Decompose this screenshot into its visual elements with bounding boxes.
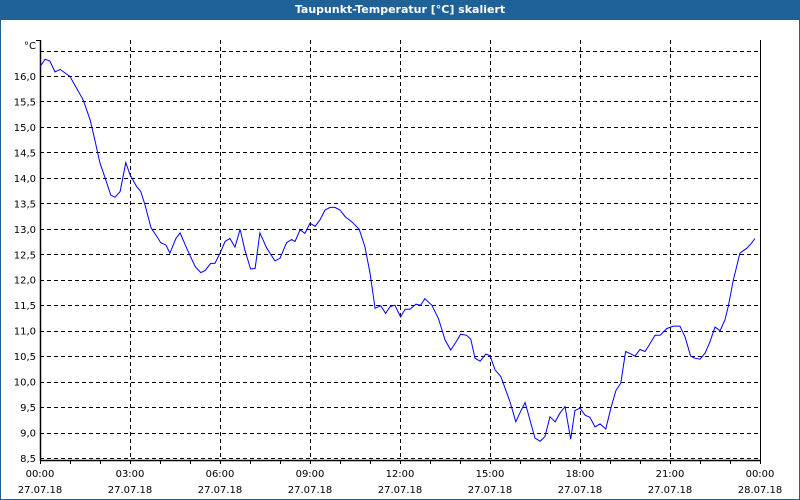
- x-tick-time-label: 21:00: [656, 469, 685, 480]
- y-tick-label: 13,0: [14, 225, 36, 236]
- x-tick-date-label: 27.07.18: [468, 485, 513, 496]
- y-tick-label: 10,5: [14, 352, 36, 363]
- x-tick-time-label: 00:00: [26, 469, 55, 480]
- y-tick-label: 13,5: [14, 199, 36, 210]
- x-tick-date-label: 27.07.18: [18, 485, 63, 496]
- x-tick-date-label: 27.07.18: [378, 485, 423, 496]
- x-tick-date-label: 27.07.18: [288, 485, 333, 496]
- x-tick-date-label: 28.07.18: [738, 485, 783, 496]
- y-tick-label: 12,5: [14, 250, 36, 261]
- x-tick-date-label: 27.07.18: [198, 485, 243, 496]
- x-tick-time-label: 00:00: [746, 469, 775, 480]
- x-tick-date-label: 27.07.18: [558, 485, 603, 496]
- x-tick-time-label: 15:00: [476, 469, 505, 480]
- y-tick-label: 11,5: [14, 301, 36, 312]
- y-tick-label: 14,0: [14, 174, 36, 185]
- y-tick-label: 12,0: [14, 276, 36, 287]
- dewpoint-chart: °C 8,5 9,0 9,5 10,0 10,5 11,0 11,5 12,0 12,5 13,0 1…: [14, 40, 783, 496]
- y-axis-unit-label: °C: [24, 41, 36, 52]
- x-tick-time-label: 03:00: [116, 469, 145, 480]
- series-line-taupunkt: [39, 58, 756, 442]
- y-tick-label: 14,5: [14, 148, 36, 159]
- x-tick-date-label: 27.07.18: [108, 485, 153, 496]
- y-tick-label: 8,5: [20, 454, 36, 465]
- x-tick-date-label: 27.07.18: [648, 485, 693, 496]
- y-tick-label: 9,0: [20, 429, 36, 440]
- x-tick-time-label: 12:00: [386, 469, 415, 480]
- y-tick-label: 10,0: [14, 378, 36, 389]
- y-tick-label: 9,5: [20, 403, 36, 414]
- x-tick-time-label: 09:00: [296, 469, 325, 480]
- y-tick-label: 16,0: [14, 72, 36, 83]
- x-tick-time-label: 06:00: [206, 469, 235, 480]
- x-tick-time-label: 18:00: [566, 469, 595, 480]
- y-tick-label: 15,5: [14, 97, 36, 108]
- y-tick-label: 11,0: [14, 327, 36, 338]
- y-tick-label: 15,0: [14, 123, 36, 134]
